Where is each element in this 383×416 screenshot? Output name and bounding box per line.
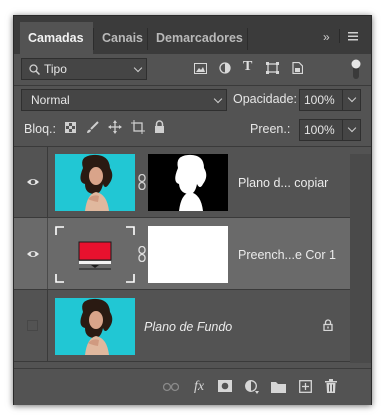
- lock-icon: [323, 319, 333, 331]
- blend-mode-value: Normal: [31, 93, 70, 107]
- mask-image: [148, 154, 228, 211]
- layers-footer: fx: [14, 368, 371, 405]
- smart-object-filter-icon[interactable]: [292, 62, 303, 74]
- layers-panel: Camadas Canais Demarcadores » Tipo T Nor…: [13, 15, 372, 405]
- portrait-image: [55, 298, 135, 355]
- tab-canais[interactable]: Canais: [94, 22, 146, 54]
- blend-mode-select[interactable]: Normal: [21, 89, 227, 111]
- new-layer-icon[interactable]: [299, 380, 312, 393]
- brush-icon[interactable]: [86, 121, 99, 134]
- tab-demarcadores[interactable]: Demarcadores: [148, 22, 246, 54]
- search-icon: [29, 64, 40, 75]
- filter-toggle-switch[interactable]: [351, 58, 361, 80]
- fill-layer-thumbnail[interactable]: [55, 226, 135, 283]
- layer-row-divider: [47, 146, 48, 217]
- layer-row-divider: [47, 290, 48, 361]
- trash-icon[interactable]: [325, 379, 337, 393]
- fill-label: Preen.:: [250, 122, 291, 136]
- lock-all-icon[interactable]: [154, 120, 165, 133]
- lock-label: Bloq.:: [24, 122, 56, 136]
- layer-name[interactable]: Plano de Fundo: [144, 320, 232, 334]
- link-chain-icon[interactable]: [138, 246, 146, 262]
- portrait-image: [55, 154, 135, 211]
- layer-mask-thumbnail[interactable]: [148, 154, 228, 211]
- opacity-value: 100%: [304, 93, 335, 107]
- link-layers-icon[interactable]: [163, 382, 179, 392]
- shape-layer-filter-icon[interactable]: [266, 62, 279, 74]
- fill-swatch-icon: [55, 226, 135, 283]
- layer-row-plano-copiar[interactable]: Plano d... copiar: [14, 146, 350, 218]
- panel-tab-bar: Camadas Canais Demarcadores »: [14, 16, 371, 54]
- pixel-layer-filter-icon[interactable]: [194, 63, 207, 74]
- move-icon[interactable]: [108, 120, 122, 134]
- collapse-icon[interactable]: »: [323, 30, 330, 44]
- visibility-toggle-empty[interactable]: [27, 320, 38, 331]
- tab-bar-separator: [339, 29, 340, 43]
- opacity-input[interactable]: 100%: [299, 89, 361, 111]
- layer-thumbnail[interactable]: [55, 298, 135, 355]
- adjustment-layer-icon[interactable]: [245, 380, 259, 394]
- fill-input[interactable]: 100%: [299, 119, 361, 141]
- divider: [14, 85, 371, 86]
- visibility-eye-icon[interactable]: [26, 247, 40, 261]
- lock-transparent-pixels-icon[interactable]: [65, 122, 76, 133]
- fill-color-swatch: [78, 241, 112, 261]
- tab-divider: [247, 28, 248, 50]
- layer-name[interactable]: Plano d... copiar: [238, 176, 328, 190]
- layer-thumbnail[interactable]: [55, 154, 135, 211]
- layer-mask-thumbnail[interactable]: [148, 226, 228, 283]
- panel-menu-icon[interactable]: [348, 32, 358, 41]
- link-chain-icon[interactable]: [138, 174, 146, 190]
- tab-camadas[interactable]: Camadas: [20, 22, 93, 54]
- opacity-dropdown[interactable]: [342, 90, 360, 110]
- layer-list: Plano d... copiar Preench...e Cor 1 Plan…: [14, 146, 371, 368]
- layer-row-plano-de-fundo[interactable]: Plano de Fundo: [14, 290, 350, 362]
- type-layer-filter-icon[interactable]: T: [243, 59, 252, 75]
- fill-value: 100%: [304, 123, 335, 137]
- new-group-folder-icon[interactable]: [271, 381, 286, 393]
- adjustment-layer-filter-icon[interactable]: [219, 62, 231, 74]
- filter-kind-select[interactable]: Tipo: [21, 58, 147, 80]
- layer-name[interactable]: Preench...e Cor 1: [238, 248, 336, 262]
- fill-dropdown[interactable]: [342, 120, 360, 140]
- opacity-label: Opacidade:: [233, 92, 297, 106]
- layer-row-divider: [47, 218, 48, 289]
- filter-kind-value: Tipo: [44, 62, 67, 76]
- add-mask-icon[interactable]: [218, 380, 232, 392]
- layer-row-preenchimento[interactable]: Preench...e Cor 1: [14, 218, 350, 290]
- visibility-eye-icon[interactable]: [26, 175, 40, 189]
- chevron-down-icon: [213, 91, 223, 105]
- chevron-down-icon: [133, 60, 143, 74]
- layer-list-scrollbar[interactable]: [350, 154, 371, 363]
- artboard-lock-icon[interactable]: [131, 120, 145, 134]
- layer-style-fx-icon[interactable]: fx: [190, 378, 208, 396]
